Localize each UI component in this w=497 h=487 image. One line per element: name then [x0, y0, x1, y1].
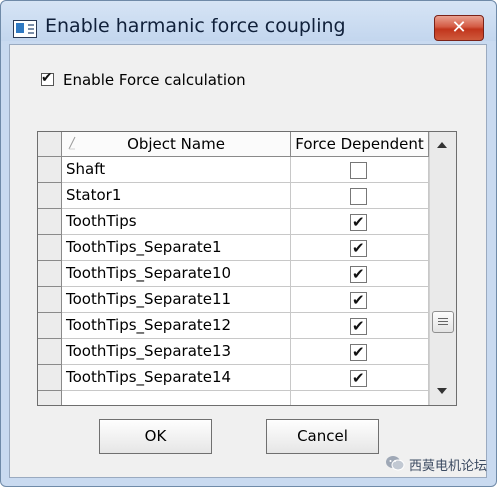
- grid-corner-cell[interactable]: [38, 132, 62, 157]
- object-name-cell[interactable]: ToothTips_Separate13: [62, 339, 291, 365]
- column-header-object-name[interactable]: Object Name: [62, 132, 291, 157]
- table-row[interactable]: Shaft: [38, 157, 429, 183]
- table-row[interactable]: ToothTips_Separate14 ✔: [38, 365, 429, 391]
- scroll-grip-line: [438, 324, 448, 325]
- dialog-body: ✔ Enable Force calculation Object Name F…: [9, 44, 487, 478]
- scroll-grip-line: [438, 321, 448, 322]
- object-name-cell[interactable]: ToothTips: [62, 209, 291, 235]
- table-row[interactable]: ToothTips_Separate1 ✔: [38, 235, 429, 261]
- force-dependent-checkbox[interactable]: ✔: [350, 240, 367, 257]
- column-header-object-name-label: Object Name: [127, 135, 225, 153]
- table-row[interactable]: ToothTips_Separate11 ✔: [38, 287, 429, 313]
- row-header-cell[interactable]: [38, 313, 62, 339]
- row-header-cell[interactable]: [38, 365, 62, 391]
- checkmark-icon: ✔: [352, 369, 365, 387]
- table-row[interactable]: ToothTips_Separate13 ✔: [38, 339, 429, 365]
- vertical-scrollbar[interactable]: [429, 132, 456, 405]
- force-dependent-checkbox[interactable]: ✔: [350, 266, 367, 283]
- force-dependent-cell: ✔: [291, 261, 429, 287]
- close-icon: ✕: [451, 17, 467, 38]
- force-dependent-checkbox[interactable]: [350, 188, 367, 205]
- row-header-cell[interactable]: [38, 209, 62, 235]
- sort-indicator-icon: [68, 136, 76, 150]
- force-dependent-checkbox[interactable]: ✔: [350, 370, 367, 387]
- watermark-text: 西莫电机论坛: [409, 459, 488, 474]
- object-name-cell[interactable]: ToothTips_Separate11: [62, 287, 291, 313]
- force-dependent-cell: [291, 157, 429, 183]
- force-dependent-checkbox[interactable]: ✔: [350, 214, 367, 231]
- force-dependent-checkbox[interactable]: ✔: [350, 292, 367, 309]
- empty-table-row: [38, 391, 429, 405]
- app-window-icon: [13, 20, 37, 38]
- table-row[interactable]: Stator1: [38, 183, 429, 209]
- force-dependent-checkbox[interactable]: ✔: [350, 344, 367, 361]
- enable-force-checkbox[interactable]: ✔: [41, 70, 54, 86]
- force-dependent-cell: ✔: [291, 287, 429, 313]
- checkmark-icon: ✔: [352, 317, 365, 335]
- scroll-thumb[interactable]: [432, 311, 454, 333]
- force-dependent-cell: ✔: [291, 339, 429, 365]
- force-dependent-cell: ✔: [291, 209, 429, 235]
- wechat-icon: [386, 456, 405, 471]
- table-row[interactable]: ToothTips ✔: [38, 209, 429, 235]
- row-header-cell[interactable]: [38, 157, 62, 183]
- title-bar[interactable]: Enable harmanic force coupling ✕: [1, 1, 496, 41]
- object-name-cell[interactable]: ToothTips_Separate12: [62, 313, 291, 339]
- table-row[interactable]: ToothTips_Separate10 ✔: [38, 261, 429, 287]
- checkmark-icon: ✔: [352, 291, 365, 309]
- force-dependent-checkbox[interactable]: ✔: [350, 318, 367, 335]
- checkmark-icon: ✔: [352, 213, 365, 231]
- ok-button[interactable]: OK: [99, 419, 212, 454]
- empty-force-cell: [291, 391, 429, 405]
- object-name-cell[interactable]: Shaft: [62, 157, 291, 183]
- object-name-cell[interactable]: ToothTips_Separate10: [62, 261, 291, 287]
- objects-grid: Object Name Force Dependent Shaft Stator1…: [37, 131, 457, 406]
- close-button[interactable]: ✕: [434, 15, 484, 41]
- force-dependent-cell: ✔: [291, 235, 429, 261]
- scroll-up-arrow-icon[interactable]: [436, 141, 448, 149]
- row-header-cell[interactable]: [38, 287, 62, 313]
- row-header-cell[interactable]: [38, 261, 62, 287]
- row-header-cell[interactable]: [38, 183, 62, 209]
- dialog-window: Enable harmanic force coupling ✕ ✔ Enabl…: [0, 0, 497, 487]
- column-header-force-dependent[interactable]: Force Dependent: [291, 132, 429, 157]
- row-header-cell: [38, 391, 62, 405]
- object-name-cell[interactable]: Stator1: [62, 183, 291, 209]
- object-name-cell[interactable]: ToothTips_Separate1: [62, 235, 291, 261]
- window-title: Enable harmanic force coupling: [45, 15, 346, 37]
- force-dependent-cell: ✔: [291, 313, 429, 339]
- scroll-grip-icon: [438, 318, 448, 319]
- scroll-down-arrow-icon[interactable]: [436, 387, 448, 395]
- column-header-force-dependent-label: Force Dependent: [295, 135, 424, 153]
- force-dependent-checkbox[interactable]: [350, 162, 367, 179]
- cancel-button[interactable]: Cancel: [266, 419, 379, 454]
- checkmark-icon: ✔: [41, 70, 53, 86]
- row-header-cell[interactable]: [38, 235, 62, 261]
- table-row[interactable]: ToothTips_Separate12 ✔: [38, 313, 429, 339]
- checkmark-icon: ✔: [352, 265, 365, 283]
- row-header-cell[interactable]: [38, 339, 62, 365]
- force-dependent-cell: [291, 183, 429, 209]
- checkmark-icon: ✔: [352, 343, 365, 361]
- checkmark-icon: ✔: [352, 239, 365, 257]
- enable-force-label[interactable]: Enable Force calculation: [63, 71, 246, 89]
- force-dependent-cell: ✔: [291, 365, 429, 391]
- empty-name-cell: [62, 391, 291, 405]
- object-name-cell[interactable]: ToothTips_Separate14: [62, 365, 291, 391]
